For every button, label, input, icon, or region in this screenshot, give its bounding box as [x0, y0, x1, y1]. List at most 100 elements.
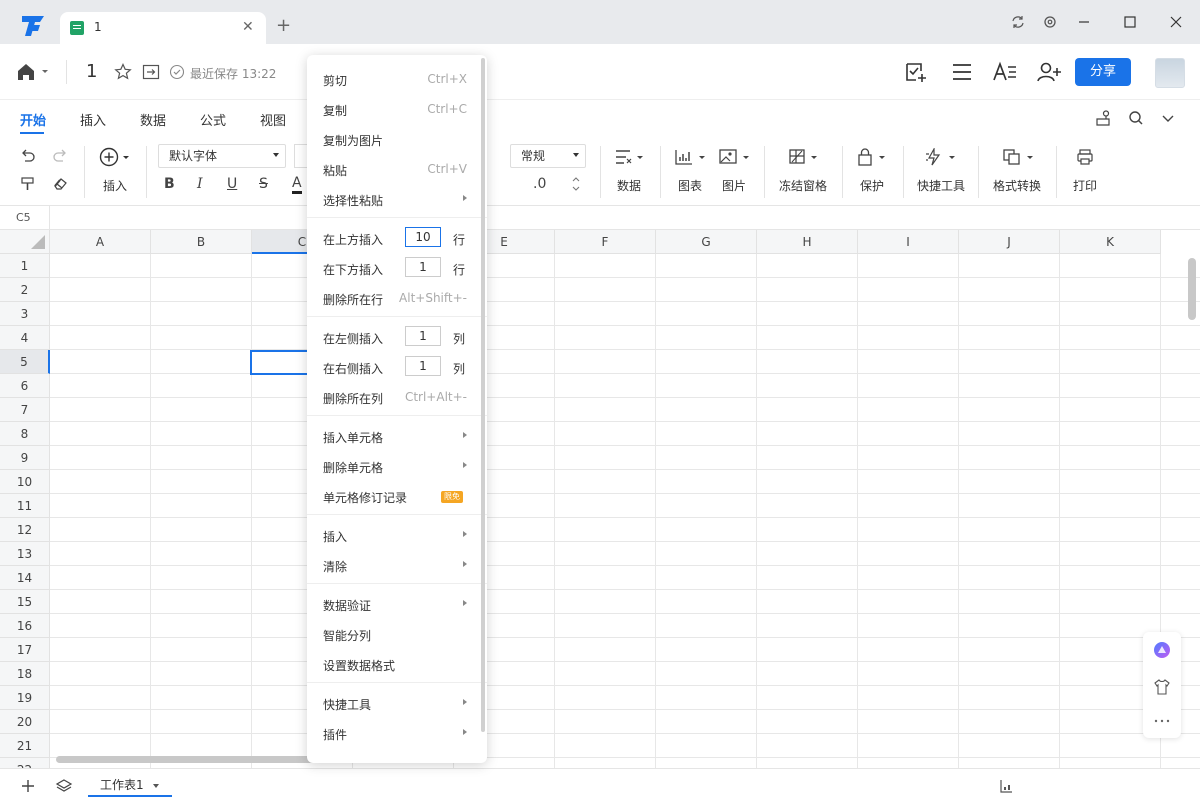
menu-item-set-data-format[interactable]: 设置数据格式: [323, 651, 467, 677]
row-count-input[interactable]: 10: [405, 227, 441, 247]
new-tab-icon[interactable]: +: [276, 16, 291, 36]
italic-icon[interactable]: I: [197, 176, 203, 192]
decimal-stepper-icon[interactable]: [571, 174, 581, 194]
menu-item-data-validation[interactable]: 数据验证: [323, 591, 467, 617]
tab-view[interactable]: 视图: [260, 110, 286, 129]
sheet-stats-icon[interactable]: [998, 778, 1014, 794]
menu-item-clear[interactable]: 清除: [323, 552, 467, 578]
tab-home[interactable]: 开始: [20, 110, 46, 129]
lock-icon[interactable]: [856, 148, 890, 166]
tab-formula[interactable]: 公式: [200, 110, 226, 129]
row-header[interactable]: 4: [0, 326, 50, 350]
row-header[interactable]: 8: [0, 422, 50, 446]
row-header[interactable]: 7: [0, 398, 50, 422]
menu-item-delete-row[interactable]: 删除所在行 Alt+Shift+-: [323, 285, 467, 311]
document-title[interactable]: 1: [86, 61, 97, 82]
tab-data[interactable]: 数据: [140, 110, 166, 129]
row-header[interactable]: 9: [0, 446, 50, 470]
vertical-scrollbar[interactable]: [1188, 258, 1196, 320]
home-icon[interactable]: [16, 62, 50, 82]
sheet-list-layers-icon[interactable]: [55, 777, 73, 795]
minimize-icon[interactable]: [1074, 12, 1094, 32]
settings-gear-icon[interactable]: [1040, 12, 1060, 32]
context-menu-scrollbar[interactable]: [481, 58, 485, 732]
image-icon[interactable]: [718, 148, 752, 166]
row-header[interactable]: 13: [0, 542, 50, 566]
font-family-select[interactable]: 默认字体: [158, 144, 286, 168]
row-header[interactable]: 3: [0, 302, 50, 326]
redo-icon[interactable]: [52, 148, 68, 164]
strikethrough-icon[interactable]: S: [259, 176, 268, 192]
column-header[interactable]: H: [757, 230, 858, 254]
column-header[interactable]: I: [858, 230, 959, 254]
select-all-corner[interactable]: [0, 230, 50, 254]
maximize-icon[interactable]: [1120, 12, 1140, 32]
row-header[interactable]: 14: [0, 566, 50, 590]
freeze-panes-icon[interactable]: [788, 148, 822, 166]
menu-item-plugins[interactable]: 插件: [323, 720, 467, 746]
row-header[interactable]: 15: [0, 590, 50, 614]
add-sheet-icon[interactable]: [20, 778, 36, 794]
chart-icon[interactable]: [674, 148, 708, 166]
menu-item-insert-rows-below[interactable]: 在下方插入 1 行: [323, 255, 467, 281]
ai-assistant-icon[interactable]: [1153, 641, 1171, 659]
font-color-icon[interactable]: A: [292, 175, 302, 194]
app-logo-icon[interactable]: [20, 14, 50, 40]
bold-icon[interactable]: B: [164, 176, 175, 192]
row-header[interactable]: 16: [0, 614, 50, 638]
search-icon[interactable]: [1127, 109, 1145, 127]
row-header[interactable]: 1: [0, 254, 50, 278]
format-painter-icon[interactable]: [20, 176, 36, 192]
menu-item-insert[interactable]: 插入: [323, 522, 467, 548]
menu-item-paste[interactable]: 粘贴 Ctrl+V: [323, 156, 467, 182]
menu-item-delete-column[interactable]: 删除所在列 Ctrl+Alt+-: [323, 384, 467, 410]
menu-item-insert-cols-right[interactable]: 在右侧插入 1 列: [323, 354, 467, 380]
menu-item-paste-special[interactable]: 选择性粘贴: [323, 186, 467, 212]
row-header[interactable]: 10: [0, 470, 50, 494]
menu-item-revision-history[interactable]: 单元格修订记录 限免: [323, 483, 467, 509]
menu-item-smart-split[interactable]: 智能分列: [323, 621, 467, 647]
menu-item-insert-cols-left[interactable]: 在左侧插入 1 列: [323, 324, 467, 350]
column-header[interactable]: A: [50, 230, 151, 254]
menu-item-delete-cells[interactable]: 删除单元格: [323, 453, 467, 479]
number-format-select[interactable]: 常规: [510, 144, 586, 168]
column-count-input[interactable]: 1: [405, 356, 441, 376]
cell-area[interactable]: [50, 254, 1200, 770]
add-collaborator-icon[interactable]: [1036, 60, 1062, 84]
column-header[interactable]: J: [959, 230, 1060, 254]
row-header[interactable]: 17: [0, 638, 50, 662]
row-header[interactable]: 6: [0, 374, 50, 398]
print-icon[interactable]: [1076, 148, 1094, 166]
sync-icon[interactable]: [1008, 12, 1028, 32]
column-header[interactable]: F: [555, 230, 656, 254]
star-icon[interactable]: [114, 63, 132, 81]
cell-reference-box[interactable]: C5: [0, 206, 50, 230]
theme-shirt-icon[interactable]: [1153, 678, 1171, 696]
row-header[interactable]: 19: [0, 686, 50, 710]
row-header[interactable]: 20: [0, 710, 50, 734]
close-window-icon[interactable]: [1166, 12, 1186, 32]
menu-icon[interactable]: [950, 60, 974, 84]
menu-item-cut[interactable]: 剪切 Ctrl+X: [323, 66, 467, 92]
insert-add-icon[interactable]: [98, 146, 132, 168]
underline-icon[interactable]: U: [227, 176, 237, 192]
spreadsheet-grid[interactable]: ABCDEFGHIJK 1234567891011121314151617181…: [0, 230, 1200, 770]
menu-item-insert-cells[interactable]: 插入单元格: [323, 423, 467, 449]
format-convert-icon[interactable]: [1002, 148, 1036, 166]
text-style-icon[interactable]: [992, 60, 1018, 84]
eraser-icon[interactable]: [52, 176, 68, 192]
column-header[interactable]: K: [1060, 230, 1161, 254]
row-count-input[interactable]: 1: [405, 257, 441, 277]
row-header[interactable]: 5: [0, 350, 50, 374]
undo-icon[interactable]: [20, 148, 36, 164]
data-filter-icon[interactable]: [614, 148, 646, 166]
close-tab-icon[interactable]: ✕: [242, 19, 254, 35]
column-header[interactable]: B: [151, 230, 252, 254]
more-options-icon[interactable]: [1153, 712, 1171, 730]
document-tab[interactable]: 1 ✕: [60, 12, 266, 44]
sheet-tab[interactable]: 工作表1: [88, 769, 172, 797]
share-button[interactable]: 分享: [1075, 58, 1131, 86]
row-header[interactable]: 18: [0, 662, 50, 686]
column-count-input[interactable]: 1: [405, 326, 441, 346]
menu-item-copy-as-image[interactable]: 复制为图片: [323, 126, 467, 152]
